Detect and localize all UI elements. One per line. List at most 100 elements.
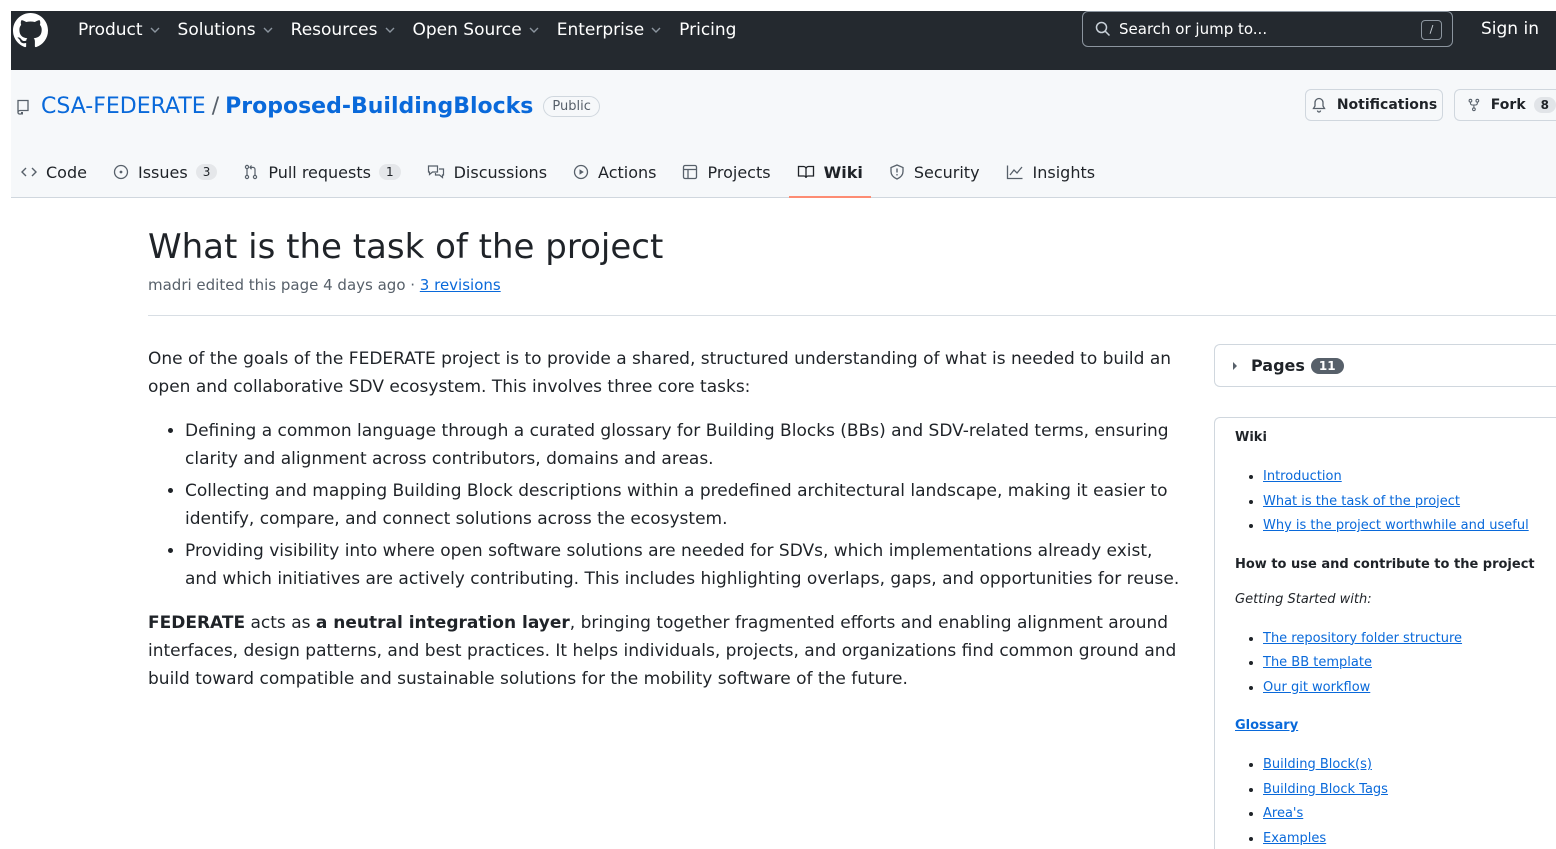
tab-label: Security (913, 162, 980, 182)
nav-enterprise[interactable]: Enterprise (557, 20, 661, 40)
sidebar-link[interactable]: The BB template (1263, 655, 1372, 670)
wiki-links: Introduction What is the task of the pro… (1263, 465, 1536, 539)
list-item: Defining a common language through a cur… (185, 417, 1188, 473)
github-logo-icon[interactable] (13, 13, 48, 48)
task-list: Defining a common language through a cur… (185, 417, 1188, 593)
list-item: The repository folder structure (1263, 627, 1536, 652)
list-item: What is the task of the project (1263, 490, 1536, 515)
fork-count: 8 (1533, 97, 1556, 113)
tab-projects[interactable]: Projects (682, 158, 771, 186)
sign-in-link[interactable]: Sign in (1481, 19, 1539, 39)
wiki-content: One of the goals of the FEDERATE project… (148, 345, 1188, 709)
list-item: Providing visibility into where open sof… (185, 537, 1188, 593)
nav-label: Product (78, 20, 143, 40)
pages-count-badge: 11 (1310, 357, 1344, 374)
nav-label: Pricing (679, 20, 737, 40)
nav-open-source[interactable]: Open Source (413, 20, 539, 40)
sidebar-link[interactable]: Our git workflow (1263, 680, 1370, 695)
bold-integration-layer: a neutral integration layer (315, 613, 570, 633)
visibility-badge: Public (543, 96, 600, 117)
tab-security[interactable]: Security (889, 158, 980, 186)
chevron-down-icon (651, 27, 661, 33)
repo-header: CSA-FEDERATE / Proposed-BuildingBlocks P… (11, 70, 1556, 198)
chevron-down-icon (150, 27, 160, 33)
glossary-links: Building Block(s) Building Block Tags Ar… (1263, 753, 1536, 849)
tab-count: 3 (195, 164, 218, 180)
repo-owner-link[interactable]: CSA-FEDERATE (41, 94, 206, 119)
sidebar-link[interactable]: Examples (1263, 831, 1326, 846)
list-item: Building Block Tags (1263, 778, 1536, 803)
tab-issues[interactable]: Issues 3 (113, 158, 218, 186)
tab-label: Wiki (823, 162, 863, 182)
page-title: What is the task of the project (148, 227, 664, 267)
tab-label: Discussions (453, 162, 548, 182)
nav-pricing[interactable]: Pricing (679, 20, 736, 40)
wiki-sidebar: Wiki Introduction What is the task of th… (1214, 417, 1556, 849)
global-header: Product Solutions Resources Open Source … (11, 11, 1556, 70)
pages-toggle[interactable]: Pages 11 (1214, 344, 1556, 387)
sidebar-link[interactable]: Building Block(s) (1263, 757, 1372, 772)
repo-name-link[interactable]: Proposed-BuildingBlocks (225, 94, 533, 119)
repo-title: CSA-FEDERATE / Proposed-BuildingBlocks P… (15, 94, 600, 119)
summary-paragraph: FEDERATE acts as a neutral integration l… (148, 609, 1188, 693)
play-icon (573, 164, 589, 180)
tab-label: Code (46, 162, 87, 182)
notifications-label: Notifications (1336, 97, 1438, 113)
getting-started-links: The repository folder structure The BB t… (1263, 627, 1536, 701)
text-span: acts as (245, 613, 316, 633)
notifications-button[interactable]: Notifications (1305, 89, 1443, 121)
nav-label: Enterprise (556, 20, 645, 40)
bell-icon (1312, 97, 1326, 113)
sidebar-link[interactable]: Area's (1263, 806, 1303, 821)
nav-solutions[interactable]: Solutions (178, 20, 273, 40)
tab-wiki[interactable]: Wiki (788, 158, 872, 198)
nav-product[interactable]: Product (78, 20, 160, 40)
search-icon (1095, 21, 1111, 37)
revisions-link[interactable]: 3 revisions (420, 276, 501, 294)
intro-paragraph: One of the goals of the FEDERATE project… (148, 349, 1172, 397)
sidebar-link[interactable]: What is the task of the project (1263, 494, 1460, 509)
tab-code[interactable]: Code (21, 158, 87, 186)
code-icon (21, 167, 37, 177)
tab-pull-requests[interactable]: Pull requests 1 (243, 158, 401, 186)
divider (148, 315, 1556, 316)
sidebar-heading: Wiki (1235, 430, 1267, 445)
tab-label: Actions (598, 162, 657, 182)
nav-resources[interactable]: Resources (291, 20, 395, 40)
sidebar-link[interactable]: Building Block Tags (1263, 782, 1388, 797)
fork-icon (1468, 98, 1480, 112)
fork-button[interactable]: Fork 8 (1454, 89, 1556, 121)
tab-discussions[interactable]: Discussions (427, 158, 547, 186)
list-item: Introduction (1263, 465, 1536, 490)
tab-label: Issues (137, 162, 188, 182)
list-item: Examples (1263, 827, 1536, 849)
tab-insights[interactable]: Insights (1006, 158, 1096, 186)
sidebar-link[interactable]: The repository folder structure (1263, 631, 1462, 646)
tab-label: Insights (1032, 162, 1096, 182)
bold-federate: FEDERATE (148, 613, 246, 633)
graph-icon (1006, 165, 1023, 180)
list-item: Collecting and mapping Building Block de… (185, 477, 1188, 533)
search-input[interactable]: Search or jump to... / (1082, 11, 1453, 47)
sidebar-heading: How to use and contribute to the project (1235, 556, 1535, 572)
list-item: Why is the project worthwhile and useful (1263, 514, 1536, 539)
table-icon (683, 164, 698, 180)
sidebar-link[interactable]: Introduction (1263, 469, 1342, 484)
getting-started-label: Getting Started with: (1235, 591, 1372, 607)
search-placeholder: Search or jump to... (1119, 20, 1268, 38)
tab-label: Projects (707, 162, 771, 182)
edit-info: madri edited this page 4 days ago · (148, 276, 420, 294)
issue-icon (113, 164, 129, 180)
list-item: Area's (1263, 802, 1536, 827)
shield-icon (890, 164, 904, 180)
fork-label: Fork (1490, 97, 1526, 113)
sidebar-link[interactable]: Why is the project worthwhile and useful (1263, 518, 1529, 533)
nav-label: Solutions (177, 20, 256, 40)
caret-right-icon (1233, 361, 1237, 370)
tab-actions[interactable]: Actions (573, 158, 656, 186)
glossary-link[interactable]: Glossary (1235, 718, 1536, 733)
nav-label: Resources (290, 20, 378, 40)
chevron-down-icon (263, 27, 273, 33)
book-icon (797, 165, 814, 179)
search-shortcut-key: / (1421, 20, 1442, 40)
